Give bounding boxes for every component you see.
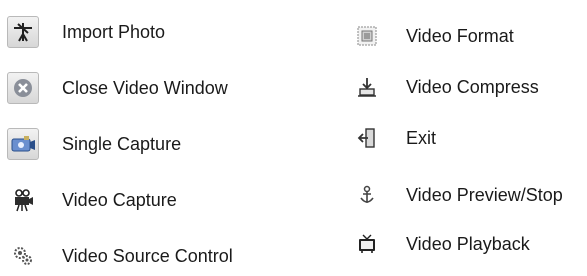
legend-label: Video Playback xyxy=(406,233,530,254)
single-capture-icon xyxy=(7,128,39,160)
legend-label: Single Capture xyxy=(62,133,182,154)
video-capture-icon xyxy=(7,184,39,216)
legend-label: Video Source Control xyxy=(62,245,233,266)
video-format-icon xyxy=(351,20,383,52)
legend-item-close-video-window: Close Video Window xyxy=(7,68,228,108)
legend-label: Exit xyxy=(406,127,437,148)
legend-item-single-capture: Single Capture xyxy=(7,124,181,164)
exit-icon xyxy=(351,122,383,154)
legend-item-video-compress: Video Compress xyxy=(351,67,539,107)
legend-label: Video Capture xyxy=(62,189,177,210)
legend-label: Video Compress xyxy=(406,76,539,97)
legend-label: Video Format xyxy=(406,25,514,46)
legend-item-video-capture: Video Capture xyxy=(7,180,177,220)
legend-label: Import Photo xyxy=(62,21,166,42)
video-source-control-icon xyxy=(7,240,39,272)
legend-item-exit: Exit xyxy=(351,118,436,158)
import-photo-icon xyxy=(7,16,39,48)
video-playback-icon xyxy=(351,228,383,260)
legend-item-video-format: Video Format xyxy=(351,16,514,56)
legend-item-video-preview-stop: Video Preview/Stop xyxy=(351,175,563,215)
video-preview-stop-icon xyxy=(351,179,383,211)
video-compress-icon xyxy=(351,71,383,103)
legend-item-import-photo: Import Photo xyxy=(7,12,165,52)
legend-item-video-playback: Video Playback xyxy=(351,224,530,264)
legend-item-video-source-control: Video Source Control xyxy=(7,236,233,276)
legend-label: Close Video Window xyxy=(62,77,228,98)
close-video-window-icon xyxy=(7,72,39,104)
legend-label: Video Preview/Stop xyxy=(406,184,563,205)
